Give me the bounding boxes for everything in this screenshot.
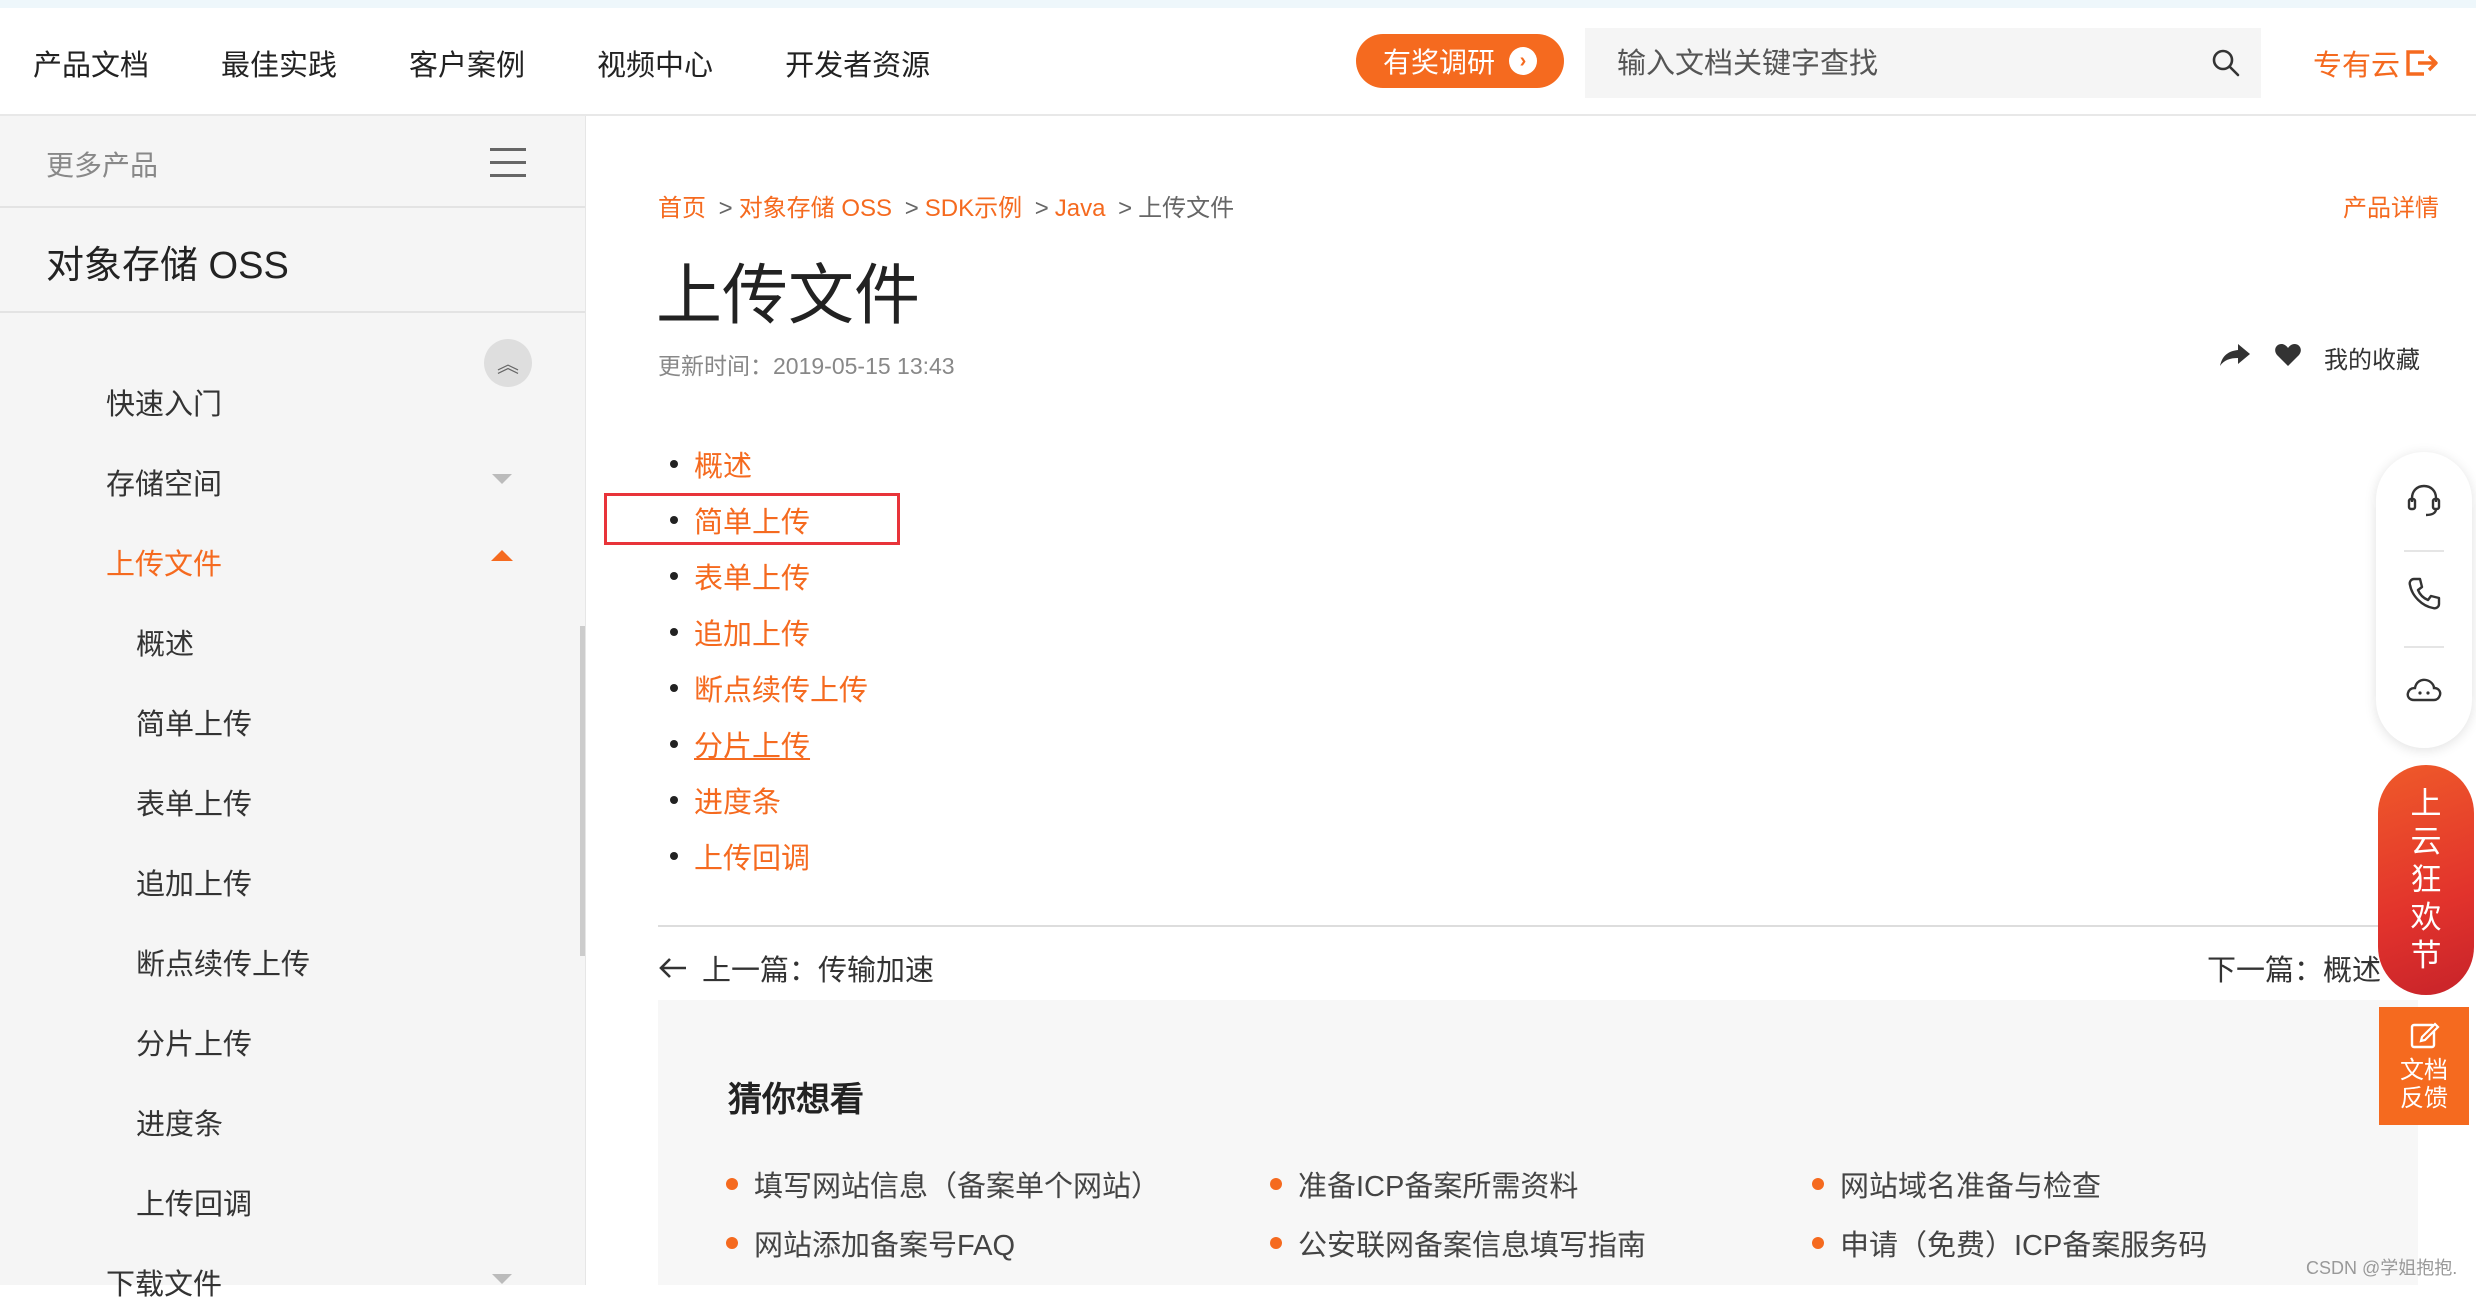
toc-link-overview[interactable]: 概述 — [694, 443, 752, 485]
toc-link-progress-bar[interactable]: 进度条 — [694, 779, 781, 821]
sidebar-item-progress-bar[interactable]: 进度条 — [136, 1101, 223, 1143]
sidebar-divider — [0, 311, 585, 313]
toc-item: 追加上传 — [670, 604, 868, 660]
sidebar-item-append-upload[interactable]: 追加上传 — [136, 861, 252, 903]
survey-button[interactable]: 有奖调研 › — [1356, 34, 1564, 88]
toc-item: 断点续传上传 — [670, 660, 868, 716]
edit-icon — [2410, 1022, 2440, 1049]
update-time: 更新时间：2019-05-15 13:43 — [658, 353, 955, 379]
float-divider — [2404, 646, 2444, 648]
guess-title: 猜你想看 — [728, 1081, 864, 1119]
top-header: 产品文档 最佳实践 客户案例 视频中心 开发者资源 有奖调研 › 专有云 — [0, 8, 2476, 116]
phone-icon[interactable] — [2404, 574, 2444, 619]
sidebar-item-upload-callback[interactable]: 上传回调 — [136, 1181, 252, 1223]
sidebar-item-download-file[interactable]: 下载文件 — [106, 1261, 222, 1303]
breadcrumb-sdk[interactable]: SDK示例 — [925, 195, 1022, 222]
top-nav: 产品文档 最佳实践 客户案例 视频中心 开发者资源 — [33, 42, 1002, 84]
chevron-up-icon[interactable]: ︽ — [484, 339, 532, 387]
guess-item[interactable]: 准备ICP备案所需资料 — [1270, 1163, 1578, 1205]
breadcrumb: 首页 > 对象存储 OSS > SDK示例 > Java > 上传文件 — [658, 188, 1234, 223]
nav-customer-cases[interactable]: 客户案例 — [409, 42, 525, 84]
doc-feedback-button[interactable]: 文档 反馈 — [2379, 1007, 2469, 1125]
survey-button-label: 有奖调研 — [1382, 47, 1495, 78]
search-box — [1585, 28, 2261, 100]
toc-item: 分片上传 — [670, 716, 868, 772]
toc-link-append-upload[interactable]: 追加上传 — [694, 611, 810, 653]
toc-item: 概述 — [670, 436, 868, 492]
guess-item[interactable]: 申请（免费）ICP备案服务码 — [1812, 1222, 2207, 1264]
cloud-chat-icon[interactable] — [2404, 670, 2444, 715]
toc-item: 进度条 — [670, 772, 868, 828]
toc-link-form-upload[interactable]: 表单上传 — [694, 555, 810, 597]
annotation-highlight-box — [604, 493, 900, 545]
page-title: 上传文件 — [656, 258, 920, 332]
toc-link-multipart-upload[interactable]: 分片上传 — [694, 723, 810, 765]
guess-item[interactable]: 网站添加备案号FAQ — [726, 1222, 1015, 1264]
guess-item[interactable]: 填写网站信息（备案单个网站） — [726, 1163, 1160, 1205]
breadcrumb-current: 上传文件 — [1138, 195, 1235, 222]
nav-developer-resources[interactable]: 开发者资源 — [785, 42, 930, 84]
breadcrumb-oss[interactable]: 对象存储 OSS — [739, 195, 892, 222]
more-products-label: 更多产品 — [46, 150, 159, 181]
sidebar-item-upload-file[interactable]: 上传文件 — [106, 541, 222, 583]
breadcrumb-java[interactable]: Java — [1055, 195, 1106, 222]
chevron-right-icon: › — [1509, 47, 1537, 75]
chevron-down-icon[interactable] — [492, 474, 512, 484]
breadcrumb-separator: > — [904, 195, 919, 222]
sidebar-item-multipart-upload[interactable]: 分片上传 — [136, 1021, 252, 1063]
content-divider — [658, 925, 2418, 927]
chevron-down-icon[interactable] — [492, 1274, 512, 1284]
arrow-left-icon — [659, 958, 686, 978]
toc-item: 上传回调 — [670, 828, 868, 884]
sidebar-item-simple-upload[interactable]: 简单上传 — [136, 701, 252, 743]
product-detail-link[interactable]: 产品详情 — [2343, 188, 2439, 223]
prev-article-label: 上一篇：传输加速 — [702, 955, 935, 987]
page-actions: 我的收藏 — [2218, 340, 2420, 375]
toc-link-resumable-upload[interactable]: 断点续传上传 — [694, 667, 868, 709]
top-strip — [0, 0, 2476, 8]
product-title: 对象存储 OSS — [46, 245, 289, 287]
sidebar-item-overview[interactable]: 概述 — [136, 621, 194, 663]
chevron-up-icon[interactable] — [491, 550, 513, 561]
sidebar-item-form-upload[interactable]: 表单上传 — [136, 781, 252, 823]
private-cloud-label: 专有云 — [2313, 50, 2401, 82]
floating-toolbar — [2376, 452, 2472, 748]
float-divider — [2404, 550, 2444, 552]
private-cloud-link[interactable]: 专有云 — [2313, 42, 2440, 84]
breadcrumb-home[interactable]: 首页 — [658, 195, 706, 222]
nav-product-docs[interactable]: 产品文档 — [33, 42, 149, 84]
breadcrumb-separator: > — [1118, 195, 1133, 222]
more-products-bar[interactable]: 更多产品 — [0, 116, 585, 208]
breadcrumb-separator: > — [718, 195, 733, 222]
menu-icon[interactable] — [490, 148, 526, 187]
search-input[interactable] — [1615, 28, 2179, 100]
sidebar-item-quick-start[interactable]: 快速入门 — [106, 381, 222, 423]
headset-icon[interactable] — [2404, 480, 2444, 525]
sidebar-scrollbar[interactable] — [580, 626, 585, 956]
toc-item: 表单上传 — [670, 548, 868, 604]
share-icon[interactable] — [2218, 342, 2252, 373]
nav-best-practices[interactable]: 最佳实践 — [221, 42, 337, 84]
guess-you-like-panel: 猜你想看 填写网站信息（备案单个网站） 准备ICP备案所需资料 网站域名准备与检… — [658, 1000, 2418, 1285]
heart-icon[interactable] — [2274, 342, 2302, 373]
watermark: CSDN @学姐抱抱. — [2306, 1258, 2458, 1278]
exit-arrow-icon — [2406, 50, 2438, 76]
nav-video-center[interactable]: 视频中心 — [597, 42, 713, 84]
search-icon[interactable] — [2211, 48, 2241, 83]
prev-article-link[interactable]: 上一篇：传输加速 — [658, 947, 934, 989]
guess-item[interactable]: 网站域名准备与检查 — [1812, 1163, 2101, 1205]
promo-cloud-festival[interactable]: 上 云 狂 欢 节 — [2378, 765, 2474, 995]
breadcrumb-separator: > — [1034, 195, 1049, 222]
sidebar-item-bucket[interactable]: 存储空间 — [106, 461, 222, 503]
toc-link-upload-callback[interactable]: 上传回调 — [694, 835, 810, 877]
guess-item[interactable]: 公安联网备案信息填写指南 — [1270, 1222, 1646, 1264]
sidebar-item-resumable-upload[interactable]: 断点续传上传 — [136, 941, 310, 983]
sidebar: 更多产品 对象存储 OSS ︽ 快速入门 存储空间 上传文件 概述 简单上传 表… — [0, 116, 586, 1301]
next-article-link[interactable]: 下一篇：概述 — [2207, 947, 2381, 989]
my-favorites-link[interactable]: 我的收藏 — [2324, 340, 2420, 375]
